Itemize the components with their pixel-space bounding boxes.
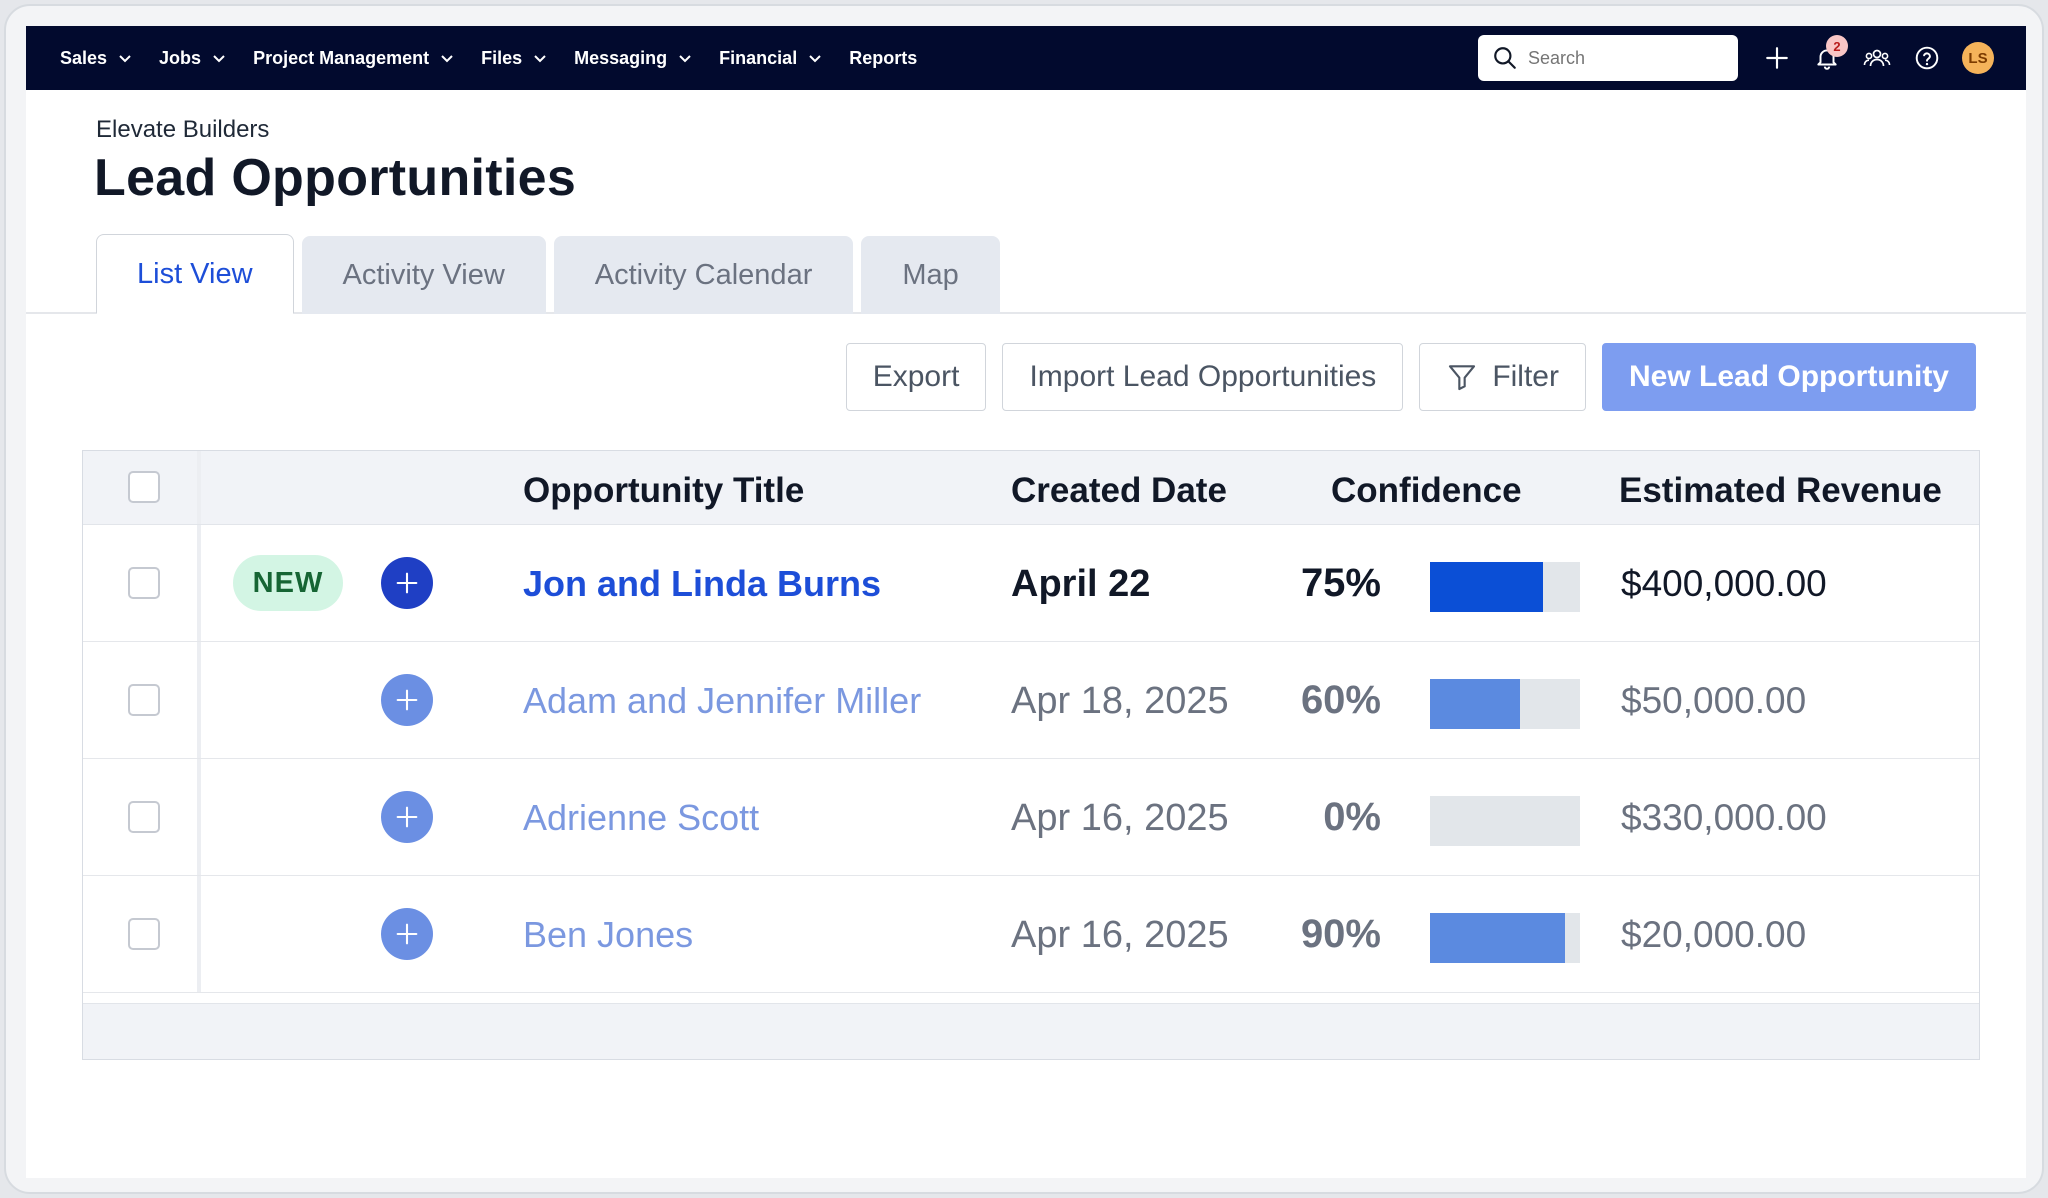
chevron-down-icon	[213, 55, 225, 63]
confidence-bar-fill	[1430, 913, 1565, 963]
page-title: Lead Opportunities	[94, 149, 577, 207]
confidence-percent: 0%	[1323, 795, 1381, 839]
add-button[interactable]	[1762, 43, 1792, 73]
confidence-percent: 60%	[1300, 678, 1381, 722]
help-icon	[1915, 46, 1939, 70]
search-input[interactable]	[1528, 47, 1718, 69]
row-checkbox[interactable]	[128, 567, 160, 599]
column-header-confidence[interactable]: Confidence	[1331, 471, 1522, 511]
filter-button[interactable]: Filter	[1419, 343, 1586, 411]
confidence-bar	[1430, 913, 1580, 963]
row-checkbox[interactable]	[128, 684, 160, 716]
table-header: Opportunity Title Created Date Confidenc…	[83, 451, 1979, 525]
search-icon	[1494, 47, 1516, 69]
plus-icon	[396, 689, 418, 711]
avatar[interactable]: LS	[1962, 42, 1994, 74]
export-button[interactable]: Export	[845, 343, 987, 411]
created-date: Apr 16, 2025	[1011, 914, 1229, 956]
confidence-percent: 90%	[1300, 912, 1381, 956]
confidence-bar-fill	[1430, 562, 1543, 612]
confidence-bar-fill	[1430, 679, 1520, 729]
nav-item-reports[interactable]: Reports	[849, 48, 917, 69]
window-frame: Sales Jobs Project Management Files Mess…	[4, 4, 2044, 1194]
confidence-bar	[1430, 796, 1580, 846]
team-icon	[1863, 49, 1891, 67]
chevron-down-icon	[809, 55, 821, 63]
help-button[interactable]	[1912, 43, 1942, 73]
checkbox-column	[83, 759, 201, 875]
plus-icon	[396, 572, 418, 594]
import-button[interactable]: Import Lead Opportunities	[1002, 343, 1404, 411]
notifications-button[interactable]: 2	[1812, 35, 1848, 73]
created-date: April 22	[1011, 563, 1151, 605]
confidence-bar	[1430, 679, 1580, 729]
table-row[interactable]: Adrienne Scott Apr 16, 2025 0% $330,000.…	[83, 759, 1979, 876]
nav-item-messaging[interactable]: Messaging	[574, 48, 693, 69]
estimated-revenue: $20,000.00	[1621, 914, 1807, 955]
table-footer	[83, 1003, 1979, 1059]
row-checkbox[interactable]	[128, 918, 160, 950]
checkbox-column	[83, 451, 201, 524]
row-checkbox[interactable]	[128, 801, 160, 833]
nav-item-jobs[interactable]: Jobs	[159, 48, 227, 69]
opportunity-title-link[interactable]: Adrienne Scott	[523, 797, 759, 839]
nav-item-financial[interactable]: Financial	[719, 48, 823, 69]
new-badge: NEW	[233, 555, 343, 611]
checkbox-column	[83, 876, 201, 992]
plus-icon	[396, 923, 418, 945]
chevron-down-icon	[441, 55, 453, 63]
row-add-button[interactable]	[381, 557, 433, 609]
filter-label: Filter	[1492, 360, 1559, 393]
row-add-button[interactable]	[381, 908, 433, 960]
row-add-button[interactable]	[381, 674, 433, 726]
chevron-down-icon	[679, 55, 691, 63]
new-lead-opportunity-button[interactable]: New Lead Opportunity	[1601, 343, 1976, 411]
column-header-created[interactable]: Created Date	[1011, 471, 1227, 511]
opportunity-title-link[interactable]: Ben Jones	[523, 914, 693, 956]
table-row[interactable]: Adam and Jennifer Miller Apr 18, 2025 60…	[83, 642, 1979, 759]
view-tabs: List View Activity View Activity Calenda…	[96, 234, 1008, 314]
opportunities-table: Opportunity Title Created Date Confidenc…	[82, 450, 1980, 1060]
company-name: Elevate Builders	[96, 116, 270, 143]
nav-item-project-management[interactable]: Project Management	[253, 48, 455, 69]
nav-item-files[interactable]: Files	[481, 48, 548, 69]
plus-icon	[1766, 47, 1788, 69]
opportunity-title-link[interactable]: Adam and Jennifer Miller	[523, 680, 921, 722]
tab-activity-calendar[interactable]: Activity Calendar	[553, 236, 854, 314]
tab-activity-view[interactable]: Activity View	[301, 236, 546, 314]
toolbar: Export Import Lead Opportunities Filter …	[830, 343, 1976, 411]
table-row[interactable]: NEW Jon and Linda Burns April 22 75% $40…	[83, 525, 1979, 642]
search-box[interactable]	[1478, 35, 1738, 81]
tab-list-view[interactable]: List View	[96, 234, 294, 314]
estimated-revenue: $400,000.00	[1621, 563, 1827, 604]
app: Sales Jobs Project Management Files Mess…	[26, 26, 2026, 1178]
confidence-percent: 75%	[1300, 561, 1381, 605]
nav-menu: Sales Jobs Project Management Files Mess…	[60, 26, 943, 90]
plus-icon	[396, 806, 418, 828]
table-row[interactable]: Ben Jones Apr 16, 2025 90% $20,000.00	[83, 876, 1979, 993]
estimated-revenue: $50,000.00	[1621, 680, 1807, 721]
estimated-revenue: $330,000.00	[1621, 797, 1827, 838]
row-add-button[interactable]	[381, 791, 433, 843]
team-button[interactable]	[1862, 43, 1892, 73]
chevron-down-icon	[534, 55, 546, 63]
created-date: Apr 16, 2025	[1011, 797, 1229, 839]
nav-item-sales[interactable]: Sales	[60, 48, 133, 69]
created-date: Apr 18, 2025	[1011, 680, 1229, 722]
chevron-down-icon	[119, 55, 131, 63]
column-header-title[interactable]: Opportunity Title	[523, 471, 804, 511]
column-header-revenue[interactable]: Estimated Revenue	[1619, 471, 1942, 511]
select-all-checkbox[interactable]	[128, 471, 160, 503]
tab-map[interactable]: Map	[861, 236, 1000, 314]
nav-right: 2 LS	[1478, 26, 2026, 90]
opportunity-title-link[interactable]: Jon and Linda Burns	[523, 563, 881, 605]
top-nav: Sales Jobs Project Management Files Mess…	[26, 26, 2026, 90]
filter-icon	[1449, 365, 1476, 391]
confidence-bar	[1430, 562, 1580, 612]
notification-badge: 2	[1826, 35, 1848, 57]
checkbox-column	[83, 642, 201, 758]
checkbox-column	[83, 525, 201, 641]
